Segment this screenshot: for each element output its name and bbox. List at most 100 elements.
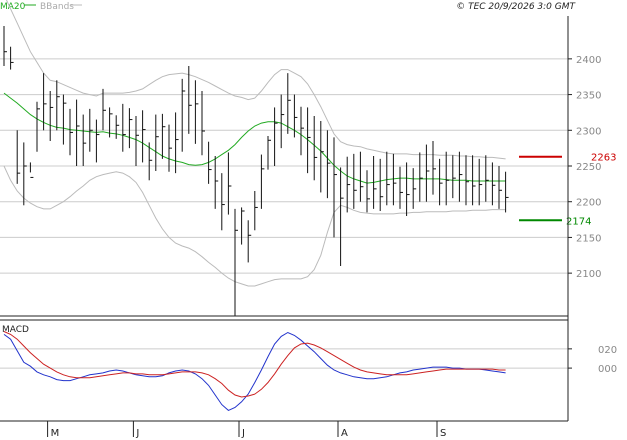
support-level-label: 2174	[566, 216, 591, 227]
macd-y-tick-label: 020	[598, 345, 617, 356]
price-bar	[274, 107, 278, 166]
ma20-polyline	[3, 92, 506, 184]
price-bar	[194, 80, 199, 144]
price-bar	[406, 162, 410, 216]
price-bar	[82, 114, 87, 166]
price-y-tick-label: 2300	[576, 126, 601, 137]
price-bar	[188, 66, 192, 134]
ma20-legend-label: MA20	[0, 2, 26, 12]
price-bar	[16, 130, 21, 184]
price-bar	[115, 115, 120, 139]
price-bar	[161, 113, 166, 159]
price-bar	[445, 151, 450, 206]
price-bar	[89, 108, 93, 152]
bbands-legend-label: BBands	[40, 2, 74, 12]
price-bar	[432, 141, 436, 195]
price-bar	[287, 73, 291, 134]
price-bar	[227, 152, 232, 215]
price-bar	[95, 119, 100, 163]
price-bar	[208, 141, 212, 184]
price-bar	[392, 153, 397, 206]
x-tick-label: S	[440, 428, 446, 439]
price-grid	[0, 58, 568, 274]
price-bar	[69, 108, 73, 156]
price-y-tick-label: 2100	[576, 269, 601, 280]
price-bar	[340, 167, 344, 266]
price-y-axis: 2100 2150 2200 2250 2300 2350 2400	[568, 55, 601, 280]
price-bar	[267, 136, 271, 170]
x-axis: MJJAS	[47, 421, 446, 439]
chart-header: MA20 BBands © TEC 20/9/2026 3:0 GMT	[0, 2, 577, 12]
price-bar	[419, 152, 423, 202]
price-bar	[472, 155, 476, 206]
price-y-tick-label: 2350	[576, 91, 601, 102]
price-bar	[425, 144, 430, 202]
price-bar	[399, 166, 403, 209]
price-bar	[62, 94, 67, 145]
price-bar	[247, 220, 252, 263]
price-bar	[485, 155, 489, 202]
price-bar	[320, 121, 324, 193]
price-bar	[49, 91, 54, 141]
macd-grid	[0, 348, 568, 369]
price-bar	[491, 162, 496, 206]
price-panel: 22632174 2100215022002250230023502400	[0, 0, 616, 316]
price-bar	[181, 78, 186, 152]
macd-y-axis: 000 020	[568, 345, 617, 375]
price-bar	[412, 168, 417, 209]
price-bar	[3, 26, 7, 66]
price-bar	[155, 114, 159, 171]
x-tick-label: A	[341, 428, 348, 439]
price-bar	[498, 166, 502, 209]
price-bar	[359, 151, 364, 202]
price-bar	[254, 191, 258, 231]
price-y-tick-label: 2150	[576, 233, 601, 244]
price-bar	[76, 99, 80, 166]
price-bar	[333, 137, 337, 238]
copyright-text: © TEC 20/9/2026 3:0 GMT	[456, 2, 576, 12]
price-y-tick-label: 2250	[576, 162, 601, 173]
x-tick-label: J	[241, 428, 245, 439]
price-bar	[452, 155, 456, 199]
upper-band-line	[5, 0, 506, 160]
price-bar	[201, 91, 205, 156]
macd-panel: MACD 000 020	[0, 325, 617, 411]
price-bar	[353, 153, 357, 209]
price-bar	[346, 156, 351, 213]
macd-lines	[3, 331, 506, 411]
price-bar	[241, 207, 245, 245]
price-bar	[379, 158, 384, 211]
macd-y-tick-label: 000	[598, 364, 617, 375]
price-y-tick-label: 2400	[576, 55, 601, 66]
signal-polyline	[3, 331, 506, 398]
price-bar	[128, 108, 133, 149]
price-bar	[168, 124, 172, 172]
bollinger-bands	[3, 0, 506, 287]
price-bar	[56, 80, 60, 131]
price-bar	[214, 156, 219, 209]
price-bar	[505, 171, 509, 213]
x-tick-label: J	[135, 428, 139, 439]
price-bar	[300, 106, 304, 156]
x-tick-label: M	[51, 428, 60, 439]
price-bar	[234, 208, 238, 316]
price-bar	[122, 103, 126, 152]
price-bar	[43, 73, 47, 131]
price-bar	[175, 112, 179, 174]
price-bars	[3, 26, 509, 316]
price-bar	[142, 110, 146, 163]
price-bar	[23, 142, 27, 206]
price-bar	[260, 154, 265, 209]
price-bar	[36, 101, 40, 152]
stock-chart: MA20 BBands © TEC 20/9/2026 3:0 GMT 2263…	[0, 0, 617, 439]
price-bar	[366, 170, 370, 213]
macd-label: MACD	[2, 325, 29, 335]
price-bar	[386, 151, 390, 206]
price-bar	[326, 130, 331, 199]
price-bar	[458, 151, 463, 202]
price-bar	[10, 46, 14, 70]
price-bar	[280, 94, 285, 149]
price-bar	[29, 162, 34, 178]
price-y-tick-label: 2200	[576, 198, 601, 209]
ma20-line	[3, 92, 506, 184]
